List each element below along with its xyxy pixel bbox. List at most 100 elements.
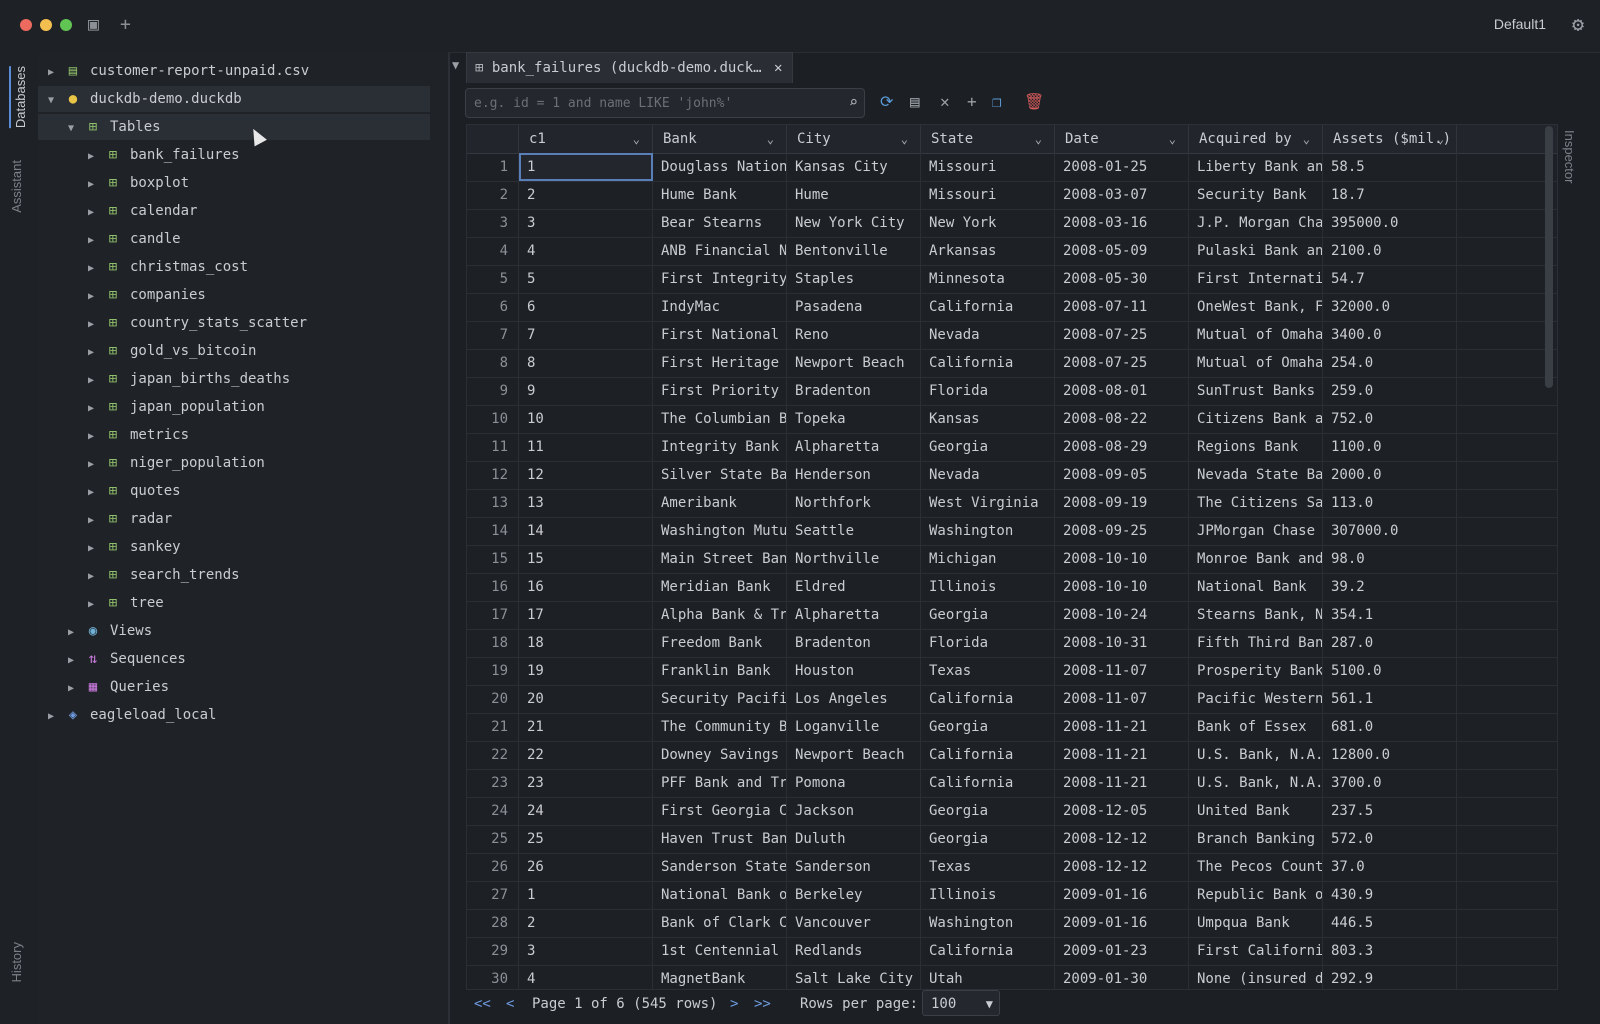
table-cell[interactable]: First Heritage Bank: [653, 349, 787, 377]
chevron-right-icon[interactable]: ▶: [88, 480, 102, 506]
tree-item[interactable]: ▶ ▦ Queries: [38, 674, 430, 700]
sidebar-toggle-icon[interactable]: ▣: [88, 14, 99, 35]
table-cell[interactable]: 2008-05-30: [1055, 265, 1189, 293]
chevron-right-icon[interactable]: ▶: [48, 704, 62, 730]
table-cell[interactable]: Branch Banking and Trust: [1189, 825, 1323, 853]
table-cell[interactable]: Topeka: [787, 405, 921, 433]
table-cell[interactable]: Sanderson State Bank: [653, 853, 787, 881]
search-icon[interactable]: ⌕: [849, 93, 858, 111]
table-cell[interactable]: 1100.0: [1323, 433, 1457, 461]
table-cell[interactable]: Liberty Bank and Trust: [1189, 153, 1323, 181]
table-cell[interactable]: 25: [519, 825, 653, 853]
table-cell[interactable]: 2009-01-30: [1055, 965, 1189, 989]
table-cell[interactable]: 2008-11-07: [1055, 685, 1189, 713]
table-cell[interactable]: 2008-11-21: [1055, 741, 1189, 769]
table-cell[interactable]: 2000.0: [1323, 461, 1457, 489]
table-cell[interactable]: 19: [519, 657, 653, 685]
table-cell[interactable]: 14: [519, 517, 653, 545]
table-cell[interactable]: 2008-08-01: [1055, 377, 1189, 405]
table-cell[interactable]: 12800.0: [1323, 741, 1457, 769]
tree-item[interactable]: ▶ ⊞ sankey: [38, 534, 430, 560]
table-cell[interactable]: Citizens Bank and Trust: [1189, 405, 1323, 433]
table-cell[interactable]: 2008-09-05: [1055, 461, 1189, 489]
table-cell[interactable]: 2008-12-12: [1055, 825, 1189, 853]
table-cell[interactable]: Bradenton: [787, 629, 921, 657]
tree-item[interactable]: ▶ ◉ Views: [38, 618, 430, 644]
chevron-right-icon[interactable]: ▶: [88, 172, 102, 198]
tab-history[interactable]: History: [9, 942, 24, 982]
table-cell[interactable]: 2008-05-09: [1055, 237, 1189, 265]
chevron-right-icon[interactable]: ▶: [68, 620, 82, 646]
maximize-window-button[interactable]: [60, 19, 72, 31]
chevron-right-icon[interactable]: ▶: [88, 536, 102, 562]
table-cell[interactable]: West Virginia: [921, 489, 1055, 517]
table-cell[interactable]: Alpha Bank & Trust: [653, 601, 787, 629]
tab-bank-failures[interactable]: ⊞ bank_failures (duckdb-demo.duck… ✕: [466, 52, 794, 83]
table-cell[interactable]: 2008-11-21: [1055, 713, 1189, 741]
table-cell[interactable]: Duluth: [787, 825, 921, 853]
table-cell[interactable]: Security Bank: [1189, 181, 1323, 209]
chevron-right-icon[interactable]: ▶: [88, 452, 102, 478]
table-cell[interactable]: Jackson: [787, 797, 921, 825]
next-page-button[interactable]: >: [730, 992, 738, 1016]
table-cell[interactable]: The Citizens Savings: [1189, 489, 1323, 517]
refresh-icon[interactable]: ⟳: [880, 92, 893, 111]
table-cell[interactable]: Texas: [921, 853, 1055, 881]
table-cell[interactable]: Security Pacific: [653, 685, 787, 713]
table-cell[interactable]: Sanderson: [787, 853, 921, 881]
tree-item[interactable]: ▶ ⊞ boxplot: [38, 170, 430, 196]
table-cell[interactable]: Henderson: [787, 461, 921, 489]
table-cell[interactable]: 26: [519, 853, 653, 881]
table-cell[interactable]: 2008-10-31: [1055, 629, 1189, 657]
table-cell[interactable]: Pulaski Bank and Trust: [1189, 237, 1323, 265]
tree-item[interactable]: ▶ ⊞ japan_population: [38, 394, 430, 420]
table-cell[interactable]: Illinois: [921, 881, 1055, 909]
table-cell[interactable]: Georgia: [921, 433, 1055, 461]
table-cell[interactable]: 3700.0: [1323, 769, 1457, 797]
table-cell[interactable]: 2009-01-16: [1055, 881, 1189, 909]
table-cell[interactable]: 395000.0: [1323, 209, 1457, 237]
chevron-right-icon[interactable]: ▶: [88, 144, 102, 170]
table-cell[interactable]: 292.9: [1323, 965, 1457, 989]
chevron-down-icon[interactable]: ⌄: [1035, 125, 1042, 153]
table-cell[interactable]: Minnesota: [921, 265, 1055, 293]
table-cell[interactable]: Nevada: [921, 321, 1055, 349]
table-cell[interactable]: Bank of Essex: [1189, 713, 1323, 741]
table-cell[interactable]: 572.0: [1323, 825, 1457, 853]
table-cell[interactable]: California: [921, 769, 1055, 797]
table-cell[interactable]: 2008-08-22: [1055, 405, 1189, 433]
table-cell[interactable]: Redlands: [787, 937, 921, 965]
table-cell[interactable]: The Columbian Bank: [653, 405, 787, 433]
chevron-down-icon[interactable]: ⌄: [1437, 125, 1444, 153]
table-cell[interactable]: J.P. Morgan Chase: [1189, 209, 1323, 237]
table-cell[interactable]: 2008-10-10: [1055, 573, 1189, 601]
table-cell[interactable]: Illinois: [921, 573, 1055, 601]
close-window-button[interactable]: [20, 19, 32, 31]
table-cell[interactable]: 22: [519, 741, 653, 769]
table-cell[interactable]: 2: [519, 909, 653, 937]
table-cell[interactable]: 32000.0: [1323, 293, 1457, 321]
tab-assistant[interactable]: Assistant: [9, 160, 24, 213]
chevron-right-icon[interactable]: ▶: [88, 312, 102, 338]
new-tab-icon[interactable]: +: [120, 14, 131, 35]
table-cell[interactable]: First National Bank: [653, 321, 787, 349]
table-cell[interactable]: Regions Bank: [1189, 433, 1323, 461]
tree-item[interactable]: ▶ ⊞ metrics: [38, 422, 430, 448]
table-cell[interactable]: 237.5: [1323, 797, 1457, 825]
table-cell[interactable]: Georgia: [921, 825, 1055, 853]
table-cell[interactable]: 17: [519, 601, 653, 629]
delete-row-icon[interactable]: 🗑: [1024, 92, 1044, 111]
table-cell[interactable]: National Bank of Commerce: [653, 881, 787, 909]
table-cell[interactable]: 1: [519, 153, 653, 181]
chevron-right-icon[interactable]: ▶: [88, 396, 102, 422]
tree-item[interactable]: ▼ ● duckdb-demo.duckdb: [38, 86, 430, 112]
table-cell[interactable]: SunTrust Banks: [1189, 377, 1323, 405]
table-cell[interactable]: 2008-10-24: [1055, 601, 1189, 629]
table-cell[interactable]: 9: [519, 377, 653, 405]
table-cell[interactable]: 113.0: [1323, 489, 1457, 517]
chevron-right-icon[interactable]: ▶: [88, 424, 102, 450]
table-cell[interactable]: California: [921, 741, 1055, 769]
table-cell[interactable]: Mutual of Omaha: [1189, 349, 1323, 377]
tree-item[interactable]: ▶ ⊞ niger_population: [38, 450, 430, 476]
tree-item[interactable]: ▶ ⊞ candle: [38, 226, 430, 252]
